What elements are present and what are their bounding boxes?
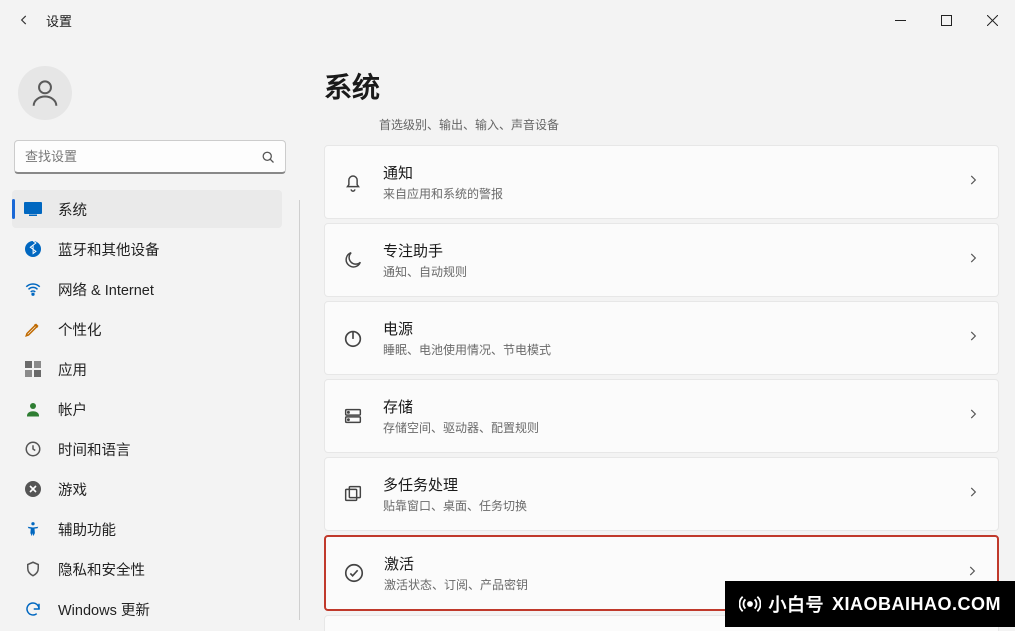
sidebar-item-network[interactable]: 网络 & Internet bbox=[12, 270, 282, 308]
sidebar: 系统 蓝牙和其他设备 网络 & Internet 个性化 应用 帐户 bbox=[0, 40, 300, 631]
content: 系统 首选级别、输出、输入、声音设备 通知来自应用和系统的警报专注助手通知、自动… bbox=[300, 40, 1015, 631]
card-text: 电源睡眠、电池使用情况、节电模式 bbox=[383, 318, 966, 358]
account-icon bbox=[22, 398, 44, 420]
sidebar-item-label: 时间和语言 bbox=[58, 439, 272, 460]
minimize-button[interactable] bbox=[877, 0, 923, 40]
card-text: 专注助手通知、自动规则 bbox=[383, 240, 966, 280]
sidebar-item-gaming[interactable]: 游戏 bbox=[12, 470, 282, 508]
sidebar-item-label: 网络 & Internet bbox=[58, 279, 272, 300]
avatar bbox=[18, 66, 72, 120]
title-bar: 设置 bbox=[0, 0, 1015, 40]
sidebar-item-label: 蓝牙和其他设备 bbox=[58, 239, 272, 260]
card-subtitle: 存储空间、驱动器、配置规则 bbox=[383, 419, 966, 436]
gaming-icon bbox=[22, 478, 44, 500]
chevron-right-icon bbox=[966, 329, 980, 348]
card-title: 专注助手 bbox=[383, 240, 966, 261]
chevron-right-icon bbox=[966, 485, 980, 504]
sidebar-item-label: 帐户 bbox=[58, 399, 272, 420]
settings-card[interactable]: 多任务处理贴靠窗口、桌面、任务切换 bbox=[324, 457, 999, 531]
bluetooth-icon bbox=[22, 238, 44, 260]
time-language-icon bbox=[22, 438, 44, 460]
chevron-right-icon bbox=[966, 173, 980, 192]
sidebar-item-apps[interactable]: 应用 bbox=[12, 350, 282, 388]
sidebar-item-windows-update[interactable]: Windows 更新 bbox=[12, 590, 282, 628]
windows-update-icon bbox=[22, 598, 44, 620]
sidebar-item-label: 游戏 bbox=[58, 479, 272, 500]
chevron-right-icon bbox=[966, 251, 980, 270]
sidebar-item-privacy[interactable]: 隐私和安全性 bbox=[12, 550, 282, 588]
search-input[interactable] bbox=[14, 140, 286, 174]
card-subtitle: 来自应用和系统的警报 bbox=[383, 185, 966, 202]
back-icon[interactable] bbox=[14, 10, 34, 30]
card-title: 激活 bbox=[384, 553, 965, 574]
sidebar-item-time-language[interactable]: 时间和语言 bbox=[12, 430, 282, 468]
close-button[interactable] bbox=[969, 0, 1015, 40]
settings-card[interactable]: 专注助手通知、自动规则 bbox=[324, 223, 999, 297]
settings-card[interactable]: 存储存储空间、驱动器、配置规则 bbox=[324, 379, 999, 453]
sidebar-item-accounts[interactable]: 帐户 bbox=[12, 390, 282, 428]
search-icon[interactable] bbox=[256, 145, 280, 169]
previous-item-peek: 首选级别、输出、输入、声音设备 bbox=[324, 116, 999, 133]
wifi-icon bbox=[22, 278, 44, 300]
sidebar-item-label: Windows 更新 bbox=[58, 599, 272, 620]
sidebar-item-bluetooth[interactable]: 蓝牙和其他设备 bbox=[12, 230, 282, 268]
apps-icon bbox=[22, 358, 44, 380]
card-title: 通知 bbox=[383, 162, 966, 183]
search-wrap bbox=[14, 140, 286, 174]
privacy-icon bbox=[22, 558, 44, 580]
sidebar-item-accessibility[interactable]: 辅助功能 bbox=[12, 510, 282, 548]
card-subtitle: 贴靠窗口、桌面、任务切换 bbox=[383, 497, 966, 514]
card-text: 存储存储空间、驱动器、配置规则 bbox=[383, 396, 966, 436]
watermark-text: 小白号 bbox=[769, 591, 825, 617]
card-title: 存储 bbox=[383, 396, 966, 417]
page-title: 系统 bbox=[324, 66, 999, 106]
personalization-icon bbox=[22, 318, 44, 340]
sidebar-item-label: 应用 bbox=[58, 359, 272, 380]
sidebar-item-system[interactable]: 系统 bbox=[12, 190, 282, 228]
card-title: 电源 bbox=[383, 318, 966, 339]
settings-card[interactable]: 电源睡眠、电池使用情况、节电模式 bbox=[324, 301, 999, 375]
user-row[interactable] bbox=[12, 50, 294, 138]
sidebar-item-label: 个性化 bbox=[58, 319, 272, 340]
check-icon bbox=[340, 559, 368, 587]
window-title: 设置 bbox=[46, 11, 72, 30]
watermark-badge: 小白号 XIAOBAIHAO.COM bbox=[725, 581, 1015, 627]
card-title: 多任务处理 bbox=[383, 474, 966, 495]
sidebar-item-label: 辅助功能 bbox=[58, 519, 272, 540]
power-icon bbox=[339, 324, 367, 352]
moon-icon bbox=[339, 246, 367, 274]
system-icon bbox=[22, 198, 44, 220]
card-subtitle: 通知、自动规则 bbox=[383, 263, 966, 280]
window-controls bbox=[877, 0, 1015, 40]
multitask-icon bbox=[339, 480, 367, 508]
storage-icon bbox=[339, 402, 367, 430]
nav-list: 系统 蓝牙和其他设备 网络 & Internet 个性化 应用 帐户 bbox=[12, 190, 294, 628]
accessibility-icon bbox=[22, 518, 44, 540]
card-text: 通知来自应用和系统的警报 bbox=[383, 162, 966, 202]
settings-list: 通知来自应用和系统的警报专注助手通知、自动规则电源睡眠、电池使用情况、节电模式存… bbox=[324, 145, 999, 631]
settings-card[interactable]: 通知来自应用和系统的警报 bbox=[324, 145, 999, 219]
bell-icon bbox=[339, 168, 367, 196]
maximize-button[interactable] bbox=[923, 0, 969, 40]
broadcast-icon bbox=[739, 593, 761, 615]
chevron-right-icon bbox=[966, 407, 980, 426]
sidebar-item-label: 系统 bbox=[58, 199, 272, 220]
card-text: 多任务处理贴靠窗口、桌面、任务切换 bbox=[383, 474, 966, 514]
watermark-site: XIAOBAIHAO.COM bbox=[832, 594, 1001, 615]
chevron-right-icon bbox=[965, 564, 979, 583]
sidebar-item-label: 隐私和安全性 bbox=[58, 559, 272, 580]
sidebar-scrollbar[interactable] bbox=[299, 200, 300, 620]
sidebar-item-personalization[interactable]: 个性化 bbox=[12, 310, 282, 348]
card-subtitle: 睡眠、电池使用情况、节电模式 bbox=[383, 341, 966, 358]
